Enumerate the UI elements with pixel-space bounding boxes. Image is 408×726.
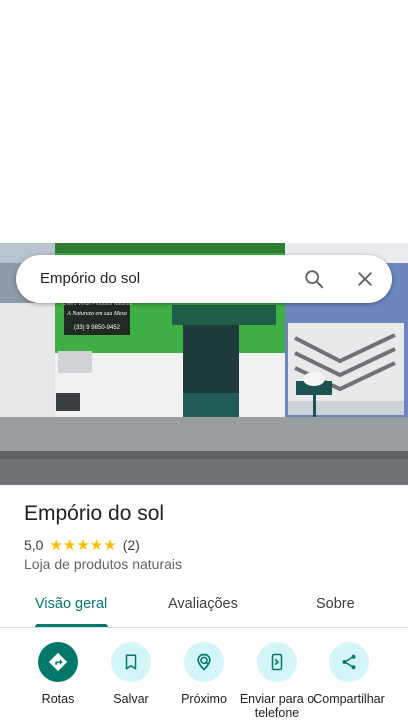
rating-stars: ★★★★★ bbox=[49, 537, 117, 554]
save-label: Salvar bbox=[113, 692, 149, 706]
share-button[interactable]: Compartilhar bbox=[311, 642, 387, 706]
rating-row[interactable]: 5,0 ★★★★★ (2) bbox=[24, 536, 140, 554]
tab-bar: Visão geral Avaliações Sobre bbox=[0, 586, 408, 628]
send-to-phone-button[interactable]: Enviar para o telefone bbox=[239, 642, 315, 720]
bookmark-icon bbox=[125, 654, 137, 670]
save-button[interactable]: Salvar bbox=[93, 642, 169, 706]
place-title: Empório do sol bbox=[24, 502, 165, 525]
action-bar: Rotas Salvar Próximo Enviar para o telef… bbox=[0, 640, 408, 726]
svg-text:A Natureza em sua Mesa: A Natureza em sua Mesa bbox=[66, 311, 127, 317]
send-to-phone-label: Enviar para o telefone bbox=[239, 692, 315, 720]
review-count[interactable]: (2) bbox=[123, 537, 140, 553]
map-blank-area bbox=[0, 0, 408, 243]
nearby-button[interactable]: Próximo bbox=[166, 642, 242, 706]
search-query[interactable]: Empório do sol bbox=[40, 270, 140, 287]
svg-text:(33) 9 9850-9452: (33) 9 9850-9452 bbox=[74, 325, 121, 331]
rating-value: 5,0 bbox=[24, 537, 44, 553]
send-to-phone-icon bbox=[271, 653, 283, 671]
search-icon[interactable] bbox=[300, 265, 328, 293]
tab-about[interactable]: Sobre bbox=[316, 596, 355, 612]
tab-reviews[interactable]: Avaliações bbox=[168, 596, 238, 612]
place-category: Loja de produtos naturais bbox=[24, 556, 182, 572]
directions-label: Rotas bbox=[41, 692, 75, 706]
tab-overview[interactable]: Visão geral bbox=[35, 596, 107, 612]
nearby-icon bbox=[197, 653, 211, 671]
share-label: Compartilhar bbox=[313, 692, 385, 706]
tab-indicator bbox=[35, 624, 108, 627]
nearby-label: Próximo bbox=[181, 692, 227, 706]
search-bar[interactable]: Empório do sol bbox=[16, 255, 392, 303]
share-icon bbox=[342, 654, 356, 670]
close-icon[interactable] bbox=[351, 265, 379, 293]
directions-icon bbox=[48, 652, 68, 672]
directions-button[interactable]: Rotas bbox=[20, 642, 96, 706]
